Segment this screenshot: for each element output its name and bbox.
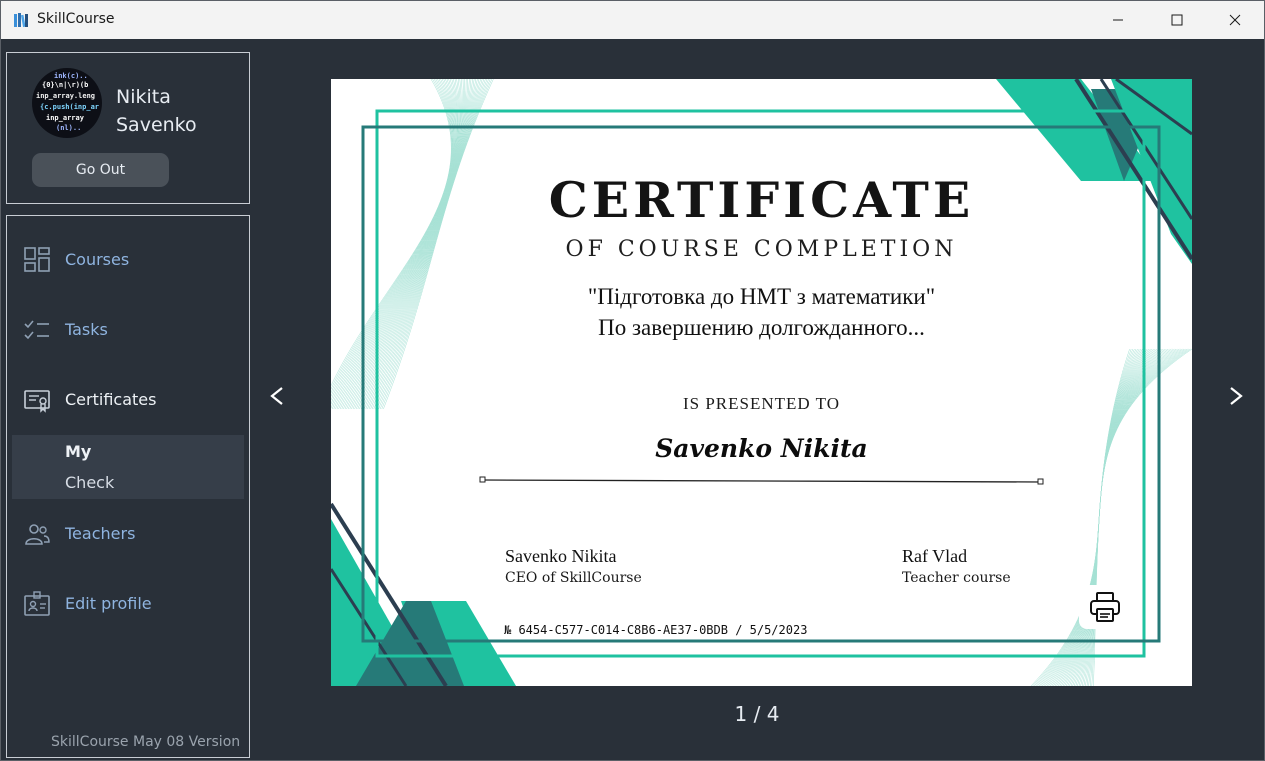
- sidebar-item-courses[interactable]: Courses: [7, 238, 249, 282]
- sidebar-nav: Courses Tasks Certificates My Check Teac…: [6, 215, 250, 758]
- sidebar-item-label: Courses: [65, 250, 130, 269]
- maximize-button[interactable]: [1154, 1, 1200, 39]
- presented-to-label: IS PRESENTED TO: [682, 394, 840, 413]
- app-window: SkillCourse ink(c).. {0}\n|\r)(b inp_arr…: [0, 0, 1265, 761]
- certificate-title: CERTIFICATE: [548, 171, 975, 229]
- course-name: "Підготовка до НМТ з математики": [587, 284, 936, 309]
- certificate-icon: [24, 390, 50, 413]
- grid-icon: [24, 247, 50, 272]
- sidebar-item-edit-profile[interactable]: Edit profile: [7, 582, 249, 626]
- certificate-subtitle: OF COURSE COMPLETION: [565, 237, 958, 262]
- sidebar-item-certificates[interactable]: Certificates: [7, 378, 249, 422]
- close-icon: [1229, 14, 1241, 26]
- sidebar-item-label: Certificates: [65, 390, 157, 409]
- minimize-button[interactable]: [1095, 1, 1141, 39]
- avatar[interactable]: ink(c).. {0}\n|\r)(b inp_array.leng {c.p…: [32, 68, 102, 138]
- certificate-card: CERTIFICATE OF COURSE COMPLETION "Підгот…: [331, 79, 1192, 686]
- app-books-icon: [14, 13, 28, 28]
- chevron-right-icon: [1230, 387, 1243, 405]
- signer-left-name: Savenko Nikita: [505, 546, 617, 566]
- version-label: SkillCourse May 08 Version: [51, 734, 241, 750]
- people-icon: [25, 524, 50, 545]
- sidebar-item-tasks[interactable]: Tasks: [7, 308, 249, 352]
- maximize-icon: [1171, 14, 1183, 26]
- printer-icon: [1090, 592, 1120, 622]
- submenu-item-check[interactable]: Check: [65, 473, 114, 492]
- course-description: По завершению долгожданного...: [598, 315, 925, 340]
- signer-right-role: Teacher course: [902, 570, 1011, 586]
- certificate-number: № 6454-C577-C014-C8B6-AE37-0BDB / 5/5/20…: [504, 623, 808, 637]
- user-last-name: Savenko: [116, 114, 197, 136]
- user-name: Nikita Savenko: [116, 83, 197, 139]
- sidebar-item-teachers[interactable]: Teachers: [7, 512, 249, 556]
- checklist-icon: [24, 320, 49, 340]
- close-button[interactable]: [1212, 1, 1258, 39]
- id-badge-icon: [24, 591, 50, 616]
- sidebar-item-label: Teachers: [65, 524, 136, 543]
- minimize-icon: [1113, 19, 1123, 21]
- window-title: SkillCourse: [37, 11, 115, 27]
- title-bar: SkillCourse: [1, 1, 1264, 39]
- next-certificate-button[interactable]: [1221, 376, 1251, 416]
- certificates-submenu: My Check: [12, 435, 244, 499]
- previous-certificate-button[interactable]: [262, 376, 292, 416]
- sidebar-item-label: Tasks: [65, 320, 108, 339]
- submenu-item-my[interactable]: My: [65, 442, 91, 461]
- profile-panel: ink(c).. {0}\n|\r)(b inp_array.leng {c.p…: [6, 52, 250, 204]
- go-out-button[interactable]: Go Out: [32, 153, 169, 187]
- user-first-name: Nikita: [116, 86, 171, 108]
- signer-left-role: CEO of SkillCourse: [505, 570, 642, 586]
- sidebar-item-label: Edit profile: [65, 594, 152, 613]
- signer-right-name: Raf Vlad: [902, 546, 968, 566]
- print-button[interactable]: [1079, 585, 1131, 629]
- chevron-left-icon: [270, 387, 283, 405]
- recipient-name: Savenko Nikita: [655, 434, 868, 463]
- page-indicator: 1 / 4: [734, 702, 780, 726]
